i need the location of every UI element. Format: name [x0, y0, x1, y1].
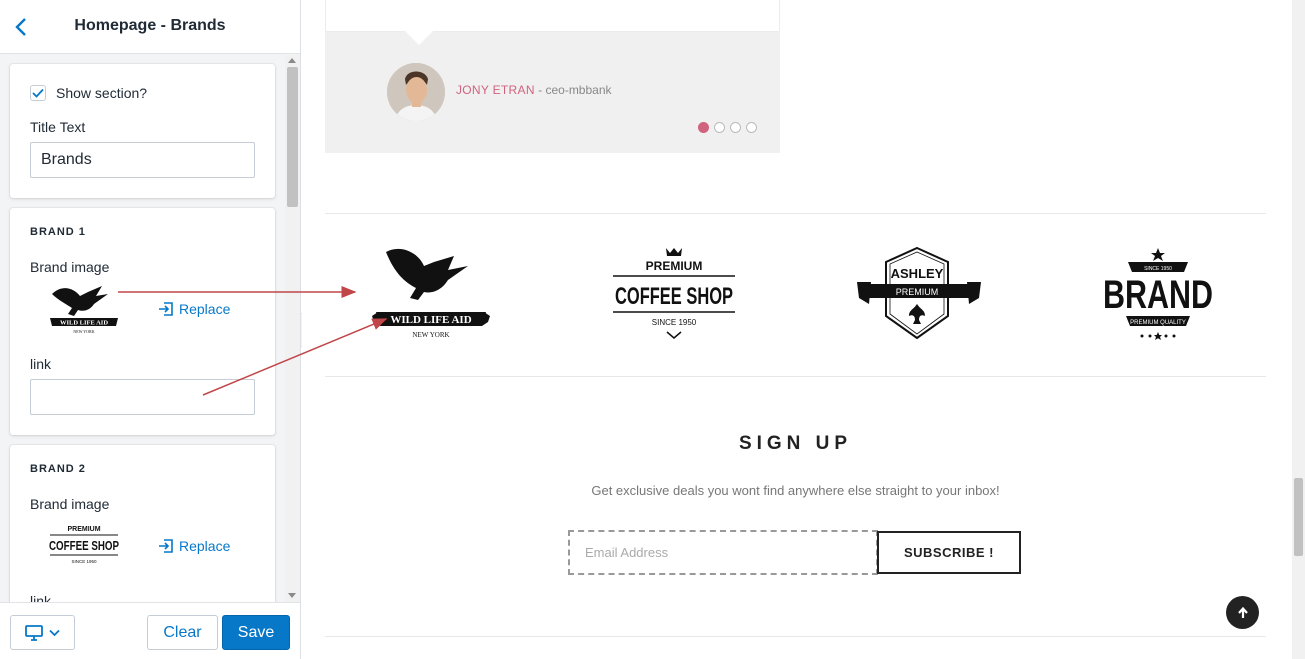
show-section-checkbox[interactable]: Show section?	[30, 85, 147, 101]
replace-icon	[159, 539, 173, 553]
replace-icon	[159, 302, 173, 316]
editor-panel: Homepage - Brands Show section? Title Te…	[0, 0, 301, 659]
brand-4-logo-line1: BRAND	[1103, 273, 1213, 317]
brand-1-logo-line2: NEW YORK	[412, 331, 449, 339]
brand-1-image-label: Brand image	[30, 259, 110, 275]
section-settings-card: Show section? Title Text	[10, 64, 275, 198]
brand-2-replace-button[interactable]: Replace	[158, 538, 230, 554]
avatar	[387, 63, 445, 121]
divider	[325, 636, 1266, 637]
author-role: ceo-mbbank	[545, 83, 612, 97]
carousel-dot[interactable]	[730, 122, 741, 133]
quote-notch	[405, 31, 433, 45]
brand-2-logo-line3: SINCE 1950	[652, 318, 697, 327]
testimonial-author: JONY ETRAN - ceo-mbbank	[456, 83, 612, 97]
title-text-label: Title Text	[30, 119, 86, 135]
brand-3-logo-line2: PREMIUM	[896, 287, 939, 297]
checkbox-box[interactable]	[30, 85, 46, 101]
avatar-portrait	[387, 63, 445, 121]
brand-logo-brand[interactable]: BRAND PREMIUM QUALITY SINCE 1950	[1100, 246, 1216, 342]
carousel-dot[interactable]	[746, 122, 757, 133]
title-text-input[interactable]	[30, 142, 255, 178]
author-separator: -	[534, 83, 546, 97]
signup-title: SIGN UP	[738, 433, 853, 454]
brand-2-thumb-line2: COFFEE SHOP	[49, 538, 119, 553]
panel-title: Homepage - Brands	[74, 17, 226, 34]
arrow-up-icon	[1237, 606, 1248, 618]
panel-scrollbar-thumb[interactable]	[287, 67, 298, 207]
show-section-label: Show section?	[56, 85, 148, 101]
brand-1-thumb-line2: NEW YORK	[73, 329, 94, 334]
brand-logo-ashley[interactable]: ASHLEY PREMIUM	[857, 246, 981, 340]
brand-1-thumbnail[interactable]: WILD LIFE AID NEW YORK	[44, 280, 124, 340]
carousel-dots	[698, 122, 757, 133]
carousel-dot[interactable]	[714, 122, 725, 133]
brand-logo-wild-life-aid[interactable]: WILD LIFE AID NEW YORK	[372, 246, 490, 342]
panel-header: Homepage - Brands	[0, 0, 300, 54]
brand-2-link-label: link	[30, 593, 52, 602]
desktop-icon	[25, 624, 43, 641]
brand-1-replace-label: Replace	[179, 301, 231, 317]
divider	[325, 376, 1266, 377]
panel-footer: Clear Save	[0, 602, 300, 659]
signup-subtitle: Get exclusive deals you wont find anywhe…	[591, 483, 1000, 498]
brand-logo-coffee-shop[interactable]: PREMIUM COFFEE SHOP SINCE 1950	[611, 246, 737, 341]
chevron-down-icon	[49, 629, 60, 636]
brand-2-thumb-line3: SINCE 1950	[71, 559, 97, 564]
device-preview-button[interactable]	[10, 615, 75, 650]
preview-scrollbar-thumb[interactable]	[1294, 478, 1303, 556]
brand-2-heading: BRAND 2	[30, 463, 86, 475]
brand-1-link-input[interactable]	[30, 379, 255, 415]
brand-4-logo-line3: SINCE 1950	[1144, 266, 1172, 272]
brand-2-thumbnail[interactable]: PREMIUM COFFEE SHOP SINCE 1950	[44, 517, 124, 577]
testimonial-quote-box	[325, 0, 780, 32]
panel-scroll-area: Show section? Title Text BRAND 1 Brand i…	[0, 55, 300, 602]
store-preview: JONY ETRAN - ceo-mbbank WILD LIFE AID NE…	[302, 0, 1292, 659]
scroll-up-arrow-icon[interactable]	[288, 58, 296, 63]
testimonial-block: JONY ETRAN - ceo-mbbank	[325, 0, 780, 153]
brand-1-heading: BRAND 1	[30, 226, 86, 238]
save-button[interactable]: Save	[222, 615, 290, 650]
brand-2-thumb-line1: PREMIUM	[67, 526, 100, 533]
brand-1-link-label: link	[30, 356, 52, 372]
brand-2-logo-line1: PREMIUM	[646, 259, 703, 273]
clear-button[interactable]: Clear	[147, 615, 218, 650]
preview-scrollbar[interactable]	[1292, 0, 1305, 659]
author-name: JONY ETRAN	[456, 83, 535, 97]
brand-2-logo-line2: COFFEE SHOP	[615, 283, 733, 310]
brand-1-replace-button[interactable]: Replace	[158, 301, 230, 317]
brand-2-image-label: Brand image	[30, 496, 110, 512]
brand-2-replace-label: Replace	[179, 538, 231, 554]
scroll-down-arrow-icon[interactable]	[288, 593, 296, 598]
divider	[325, 213, 1266, 214]
brand-2-card: BRAND 2 Brand image PREMIUM COFFEE SHOP …	[10, 445, 275, 602]
carousel-dot[interactable]	[698, 122, 709, 133]
subscribe-button[interactable]: SUBSCRIBE !	[877, 531, 1021, 574]
email-input[interactable]	[568, 530, 878, 575]
checkmark-icon	[32, 88, 44, 98]
scroll-to-top-button[interactable]	[1226, 596, 1259, 629]
brand-4-logo-line2: PREMIUM QUALITY	[1130, 320, 1186, 326]
brand-3-logo-line1: ASHLEY	[891, 266, 944, 281]
brand-1-card: BRAND 1 Brand image WILD LIFE AID NEW YO…	[10, 208, 275, 435]
brand-1-thumb-line1: WILD LIFE AID	[60, 320, 108, 327]
brand-1-logo-line1: WILD LIFE AID	[390, 314, 471, 326]
